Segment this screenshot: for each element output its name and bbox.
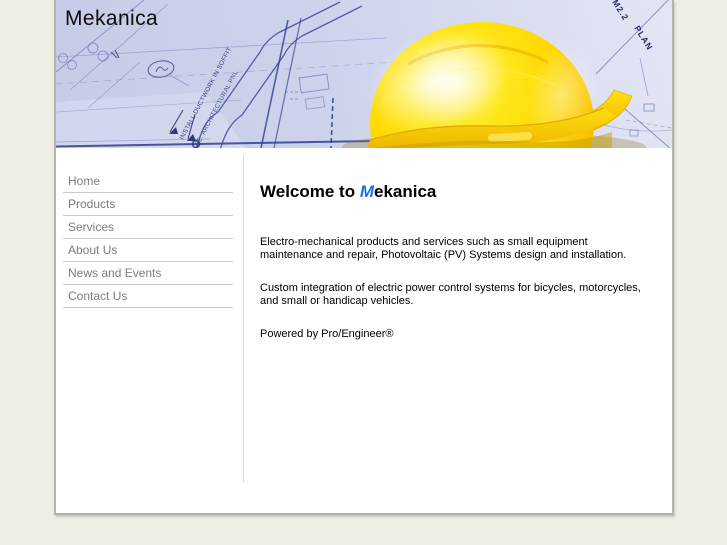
site-title[interactable]: Mekanica [65,7,158,31]
sidebar-item-services[interactable]: Services [63,216,233,239]
intro-paragraph: Electro-mechanical products and services… [260,236,627,261]
services-paragraph: Custom integration of electric power con… [260,282,641,307]
sidebar-link-about-us[interactable]: About Us [63,239,233,261]
sidebar-item-news-and-events[interactable]: News and Events [63,262,233,285]
sidebar-link-home[interactable]: Home [63,170,233,192]
sidebar-item-about-us[interactable]: About Us [63,239,233,262]
page-container: INSTALL DUCTWORK IN SOFFIT RE: ARCHITECT… [54,0,674,515]
sidebar-link-services[interactable]: Services [63,216,233,238]
page-title-accent: M [359,182,374,201]
sidebar: Home Products Services About Us News and… [56,148,243,513]
page-title-rest: ekanica [374,182,437,201]
sidebar-divider [243,155,244,482]
sidebar-link-news-and-events[interactable]: News and Events [63,262,233,284]
sidebar-item-contact-us[interactable]: Contact Us [63,285,233,308]
main-content: Welcome to Mekanica Electro-mechanical p… [243,148,672,513]
sidebar-link-products[interactable]: Products [63,193,233,215]
page-title: Welcome to Mekanica [260,182,672,202]
powered-by-text: Powered by Pro/Engineer® [260,328,394,340]
sidebar-item-home[interactable]: Home [63,170,233,193]
site-header: INSTALL DUCTWORK IN SOFFIT RE: ARCHITECT… [56,0,672,148]
sidebar-item-products[interactable]: Products [63,193,233,216]
sidebar-nav: Home Products Services About Us News and… [63,170,233,308]
content-area: Home Products Services About Us News and… [56,148,672,513]
page-title-prefix: Welcome to [260,182,360,201]
sidebar-link-contact-us[interactable]: Contact Us [63,285,233,307]
